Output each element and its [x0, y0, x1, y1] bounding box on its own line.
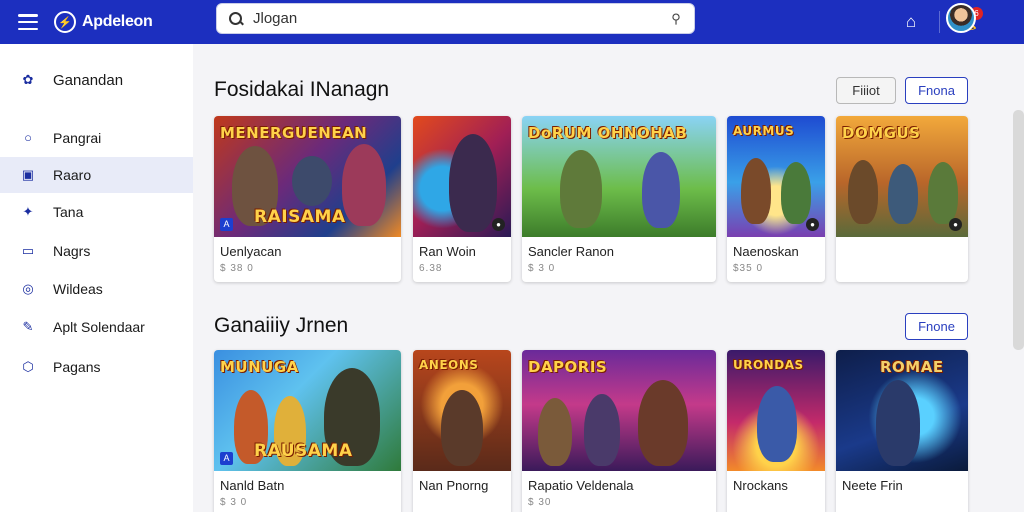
sidebar-item-label: Pangrai: [53, 130, 102, 146]
sidebar-item-pangrai[interactable]: ○ Pangrai: [0, 120, 193, 156]
game-title-art: DAPORIS: [528, 358, 608, 376]
rating-icon: ●: [492, 218, 505, 231]
scrollbar[interactable]: [1013, 110, 1024, 350]
sidebar-item-pagans[interactable]: ⬡ Pagans: [0, 349, 193, 385]
game-subtitle-art: RAUSAMA: [254, 441, 353, 461]
platform-icon: A: [220, 452, 233, 465]
app-logo[interactable]: ⚡ Apdeleon: [54, 11, 153, 33]
sidebar-item-tana[interactable]: ✦ Tana: [0, 194, 193, 230]
filter-button[interactable]: Fiiiot: [836, 77, 896, 104]
sidebar-item-aplt-solendaar[interactable]: ✎ Aplt Solendaar: [0, 309, 193, 345]
game-thumbnail: MENERGUENEAN RAISAMA A: [214, 116, 401, 237]
game-title: Nanld Batn: [220, 478, 285, 493]
main-content: Fosidakai INanagn Fiiiot Fnona MENERGUEN…: [193, 44, 1024, 512]
game-thumbnail: DOMGUS ●: [836, 116, 968, 237]
hexagon-icon: ⬡: [22, 359, 34, 374]
sidebar-item-label: Raaro: [53, 167, 92, 183]
game-title: Sancler Ranon: [528, 244, 614, 259]
game-price: $ 38 0: [220, 263, 254, 274]
game-title: Rapatio Veldenala: [528, 478, 634, 493]
game-subtitle-art: RAISAMA: [254, 207, 346, 227]
home-icon[interactable]: ⌂: [901, 12, 921, 32]
logo-icon: ⚡: [54, 11, 76, 33]
game-title-art: AURMUS: [733, 124, 795, 138]
avatar[interactable]: [946, 3, 976, 33]
search-submit-icon[interactable]: ⚲: [668, 11, 684, 27]
platform-icon: A: [220, 218, 233, 231]
game-card[interactable]: URONDAS Nrockans: [727, 350, 825, 512]
game-card[interactable]: DOMGUS ●: [836, 116, 968, 282]
rect-icon: ▭: [21, 243, 35, 258]
game-card[interactable]: ANEONS Nan Pnorng: [413, 350, 511, 512]
game-card[interactable]: ROMAE Neete Frin: [836, 350, 968, 512]
search-bar[interactable]: ⚲: [216, 3, 695, 34]
sidebar-item-raaro[interactable]: ▣ Raaro: [0, 157, 193, 193]
game-thumbnail: ROMAE: [836, 350, 968, 471]
game-price: $ 3 0: [528, 263, 556, 274]
game-title-art: DoRUM OHNOHAB: [528, 124, 688, 142]
target-icon: ◎: [22, 281, 34, 296]
game-title: Uenlyacan: [220, 244, 282, 259]
game-price: $35 0: [733, 263, 764, 274]
sidebar-item-nagrs[interactable]: ▭ Nagrs: [0, 233, 193, 269]
sidebar-item-wildeas[interactable]: ◎ Wildeas: [0, 271, 193, 307]
rating-icon: ●: [806, 218, 819, 231]
game-title-art: ANEONS: [419, 358, 479, 372]
game-title: Naenoskan: [733, 244, 799, 259]
game-price: 6.38: [419, 263, 443, 274]
game-price: $ 30: [528, 497, 552, 508]
rating-icon: ●: [949, 218, 962, 231]
top-divider: [939, 11, 940, 33]
game-title-art: ROMAE: [880, 358, 944, 376]
game-thumbnail: AURMUS ●: [727, 116, 825, 237]
app-name: Apdeleon: [82, 13, 153, 30]
section-title: Ganaiiiy Jrnen: [214, 314, 349, 337]
sidebar-item-label: Tana: [53, 204, 84, 220]
sidebar-item-label: Ganandan: [53, 71, 124, 89]
game-title-art: MUNUGA: [220, 358, 299, 376]
game-card[interactable]: MUNUGA RAUSAMA A Nanld Batn $ 3 0: [214, 350, 401, 512]
game-title-art: MENERGUENEAN: [220, 124, 368, 142]
sidebar-item-label: Pagans: [53, 359, 101, 375]
game-thumbnail: DAPORIS: [522, 350, 716, 471]
game-thumbnail: DoRUM OHNOHAB: [522, 116, 716, 237]
game-card[interactable]: ● Ran Woin 6.38: [413, 116, 511, 282]
search-input[interactable]: [253, 10, 633, 27]
section-action-button[interactable]: Fnona: [905, 77, 968, 104]
square-icon: ▣: [21, 167, 35, 182]
sidebar-item-ganandan[interactable]: ✿ Ganandan: [0, 62, 193, 98]
search-icon: [229, 11, 243, 26]
game-title: Neete Frin: [842, 478, 903, 493]
game-card[interactable]: DoRUM OHNOHAB Sancler Ranon $ 3 0: [522, 116, 716, 282]
game-title: Nan Pnorng: [419, 478, 489, 493]
game-title: Nrockans: [733, 478, 788, 493]
game-thumbnail: URONDAS: [727, 350, 825, 471]
game-card[interactable]: AURMUS ● Naenoskan $35 0: [727, 116, 825, 282]
sidebar: ✿ Ganandan ○ Pangrai ▣ Raaro ✦ Tana ▭ Na…: [0, 44, 193, 512]
flower-icon: ✿: [22, 72, 34, 87]
game-thumbnail: ANEONS: [413, 350, 511, 471]
top-bar: ⚡ Apdeleon ⚲ ⌂ 🔔6: [0, 0, 1024, 44]
sidebar-item-label: Wildeas: [53, 281, 103, 297]
hamburger-menu-icon[interactable]: [18, 14, 38, 30]
game-card[interactable]: MENERGUENEAN RAISAMA A Uenlyacan $ 38 0: [214, 116, 401, 282]
game-thumbnail: MUNUGA RAUSAMA A: [214, 350, 401, 471]
section-action-button[interactable]: Fnone: [905, 313, 968, 340]
circle-icon: ○: [24, 130, 32, 145]
section-title: Fosidakai INanagn: [214, 78, 390, 101]
game-card[interactable]: DAPORIS Rapatio Veldenala $ 30: [522, 350, 716, 512]
game-title: Ran Woin: [419, 244, 476, 259]
game-price: $ 3 0: [220, 497, 248, 508]
game-thumbnail: ●: [413, 116, 511, 237]
game-title-art: DOMGUS: [842, 124, 921, 142]
sidebar-item-label: Aplt Solendaar: [53, 319, 145, 335]
star-icon: ✦: [22, 204, 34, 219]
game-title-art: URONDAS: [733, 358, 804, 372]
sidebar-item-label: Nagrs: [53, 243, 91, 259]
pencil-icon: ✎: [22, 319, 34, 334]
